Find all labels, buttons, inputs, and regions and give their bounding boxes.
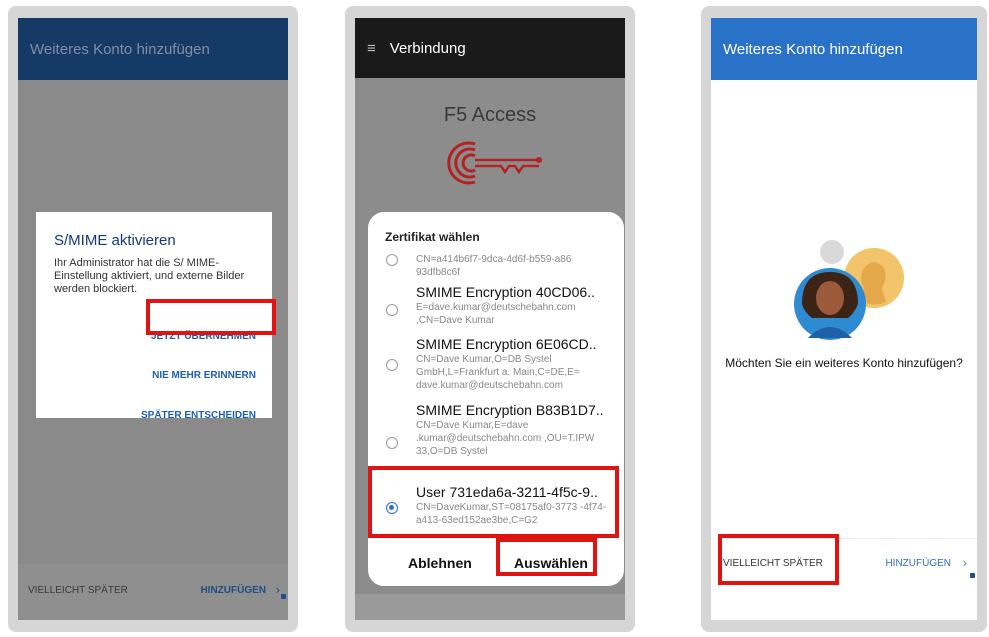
appbar: Weiteres Konto hinzufügen <box>18 18 288 80</box>
footer-bar: VIELLEICHT SPÄTER HINZUFÜGEN › <box>18 564 288 620</box>
appbar: Weiteres Konto hinzufügen <box>711 18 977 80</box>
phone-screen-1: Weiteres Konto hinzufügen S/MIME aktivie… <box>8 6 298 632</box>
cert-name: SMIME Encryption B83B1D7.. <box>416 402 604 418</box>
add-button[interactable]: HINZUFÜGEN <box>885 558 951 569</box>
add-button[interactable]: HINZUFÜGEN <box>200 585 266 596</box>
sheet-title: Zertifikat wählen <box>385 230 480 244</box>
cert-item-0[interactable]: CN=a414b6f7-9dca-4d6f-b559-a86 93dfb8c6f <box>416 253 616 279</box>
fab-dot-icon <box>970 573 975 578</box>
app-name: F5 Access <box>443 104 537 126</box>
decide-later-button[interactable]: SPÄTER ENTSCHEIDEN <box>141 410 256 421</box>
maybe-later-button[interactable]: VIELLEICHT SPÄTER <box>28 585 128 596</box>
phone-screen-3: Weiteres Konto hinzufügen Möchten Sie ei… <box>701 6 987 632</box>
key-logo-icon <box>447 141 542 185</box>
highlight-select-button <box>496 538 597 576</box>
menu-icon[interactable]: ≡ <box>367 40 376 57</box>
cert-radio-1[interactable] <box>386 304 398 316</box>
appbar-title: Weiteres Konto hinzufügen <box>723 40 903 58</box>
reject-button[interactable]: Ablehnen <box>408 555 472 571</box>
add-account-illustration-icon <box>794 240 904 340</box>
phone-screen-2: ≡ Verbindung F5 Access Zertifikat wählen… <box>345 6 635 632</box>
cert-detail: E=dave.kumar@deutschebahn.com ,CN=Dave K… <box>416 302 576 326</box>
cert-radio-3[interactable] <box>386 437 398 449</box>
highlight-maybe-later <box>718 534 839 585</box>
fab-dot-icon <box>281 594 286 599</box>
appbar-title: Verbindung <box>389 39 466 57</box>
appbar: ≡ Verbindung <box>355 18 625 78</box>
chevron-right-icon: › <box>962 555 967 570</box>
highlight-apply-now <box>146 299 276 335</box>
chevron-right-icon: › <box>275 582 280 597</box>
cert-detail: CN=Dave Kumar,O=DB Systel GmbH,L=Frankfu… <box>416 354 580 391</box>
cert-item-3[interactable]: SMIME Encryption B83B1D7.. CN=Dave Kumar… <box>416 402 616 458</box>
add-account-question: Möchten Sie ein weiteres Konto hinzufüge… <box>725 356 963 370</box>
cert-detail: CN=a414b6f7-9dca-4d6f-b559-a86 93dfb8c6f <box>416 254 572 278</box>
cert-detail: CN=Dave Kumar,E=dave .kumar@deutschebahn… <box>416 420 595 457</box>
cert-name: SMIME Encryption 40CD06.. <box>416 284 595 300</box>
cert-radio-2[interactable] <box>386 359 398 371</box>
dialog-title: S/MIME aktivieren <box>54 232 176 249</box>
cert-item-1[interactable]: SMIME Encryption 40CD06.. E=dave.kumar@d… <box>416 284 616 327</box>
screen-3: Weiteres Konto hinzufügen Möchten Sie ei… <box>711 18 977 620</box>
cert-item-2[interactable]: SMIME Encryption 6E06CD.. CN=Dave Kumar,… <box>416 336 616 392</box>
never-remind-button[interactable]: NIE MEHR ERINNERN <box>152 370 256 381</box>
bottom-bar <box>355 594 625 620</box>
dialog-body: Ihr Administrator hat die S/ MIME-Einste… <box>54 257 245 295</box>
cert-name: SMIME Encryption 6E06CD.. <box>416 336 597 352</box>
appbar-title: Weiteres Konto hinzufügen <box>30 40 210 58</box>
highlight-selected-cert <box>368 466 619 538</box>
cert-radio-0[interactable] <box>386 254 398 266</box>
